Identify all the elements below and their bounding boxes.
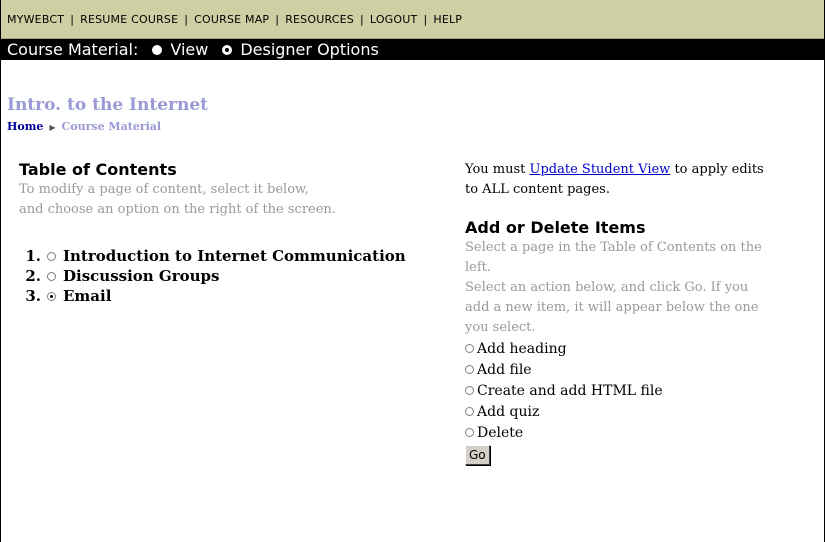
option-radio[interactable] <box>465 365 474 374</box>
update-student-view-link[interactable]: Update Student View <box>530 162 671 177</box>
toc-item-number: 2. <box>25 267 41 285</box>
toc-instructions-line1: To modify a page of content, select it b… <box>19 182 309 197</box>
option-radio[interactable] <box>465 344 474 353</box>
go-button[interactable]: Go <box>465 445 490 465</box>
breadcrumb-home-link[interactable]: Home <box>7 120 43 133</box>
edit-options-panel: You must Update Student View to apply ed… <box>465 160 825 465</box>
option-label: Add heading <box>477 340 567 357</box>
option-radio[interactable] <box>465 428 474 437</box>
option-label: Add file <box>477 361 532 378</box>
nav-logout[interactable]: LOGOUT <box>370 13 418 26</box>
toc-list: 1. Introduction to Internet Communicatio… <box>23 246 449 306</box>
update-notice-prefix: You must <box>465 162 530 177</box>
toc-item: 1. Introduction to Internet Communicatio… <box>23 246 449 266</box>
toc-item: 2. Discussion Groups <box>23 266 449 286</box>
toc-item-label: Discussion Groups <box>63 267 220 285</box>
option-add-file[interactable]: Add file <box>465 359 825 380</box>
top-navigation: MYWEBCT | RESUME COURSE | COURSE MAP | R… <box>1 0 824 39</box>
add-delete-heading: Add or Delete Items <box>465 218 646 237</box>
table-of-contents-panel: Table of Contents To modify a page of co… <box>19 160 449 306</box>
nav-course-map[interactable]: COURSE MAP <box>194 13 269 26</box>
breadcrumb-current: Course Material <box>61 120 162 133</box>
update-notice: You must Update Student View to apply ed… <box>465 160 825 180</box>
breadcrumb-arrow-icon: ▶ <box>49 121 56 132</box>
designer-options-label[interactable]: Designer Options <box>240 40 378 59</box>
nav-mywebct[interactable]: MYWEBCT <box>7 13 64 26</box>
add-delete-instructions: add a new item, it will appear below the… <box>465 300 759 315</box>
breadcrumb: Home ▶ Course Material <box>7 120 161 133</box>
nav-help[interactable]: HELP <box>433 13 462 26</box>
view-mode-option[interactable]: View <box>152 40 208 59</box>
designer-options-mode[interactable]: Designer Options <box>222 40 379 59</box>
view-mode-label[interactable]: View <box>170 40 208 59</box>
option-label: Delete <box>477 424 524 441</box>
option-radio[interactable] <box>465 386 474 395</box>
add-delete-instructions: you select. <box>465 320 536 335</box>
nav-separator: | <box>70 12 75 26</box>
add-delete-instructions: Select an action below, and click Go. If… <box>465 280 749 295</box>
toc-item-radio[interactable] <box>47 291 56 301</box>
option-create-html-file[interactable]: Create and add HTML file <box>465 380 825 401</box>
nav-resume-course[interactable]: RESUME COURSE <box>80 13 178 26</box>
toc-heading: Table of Contents <box>19 160 177 179</box>
toc-instructions-line2: and choose an option on the right of the… <box>19 202 336 217</box>
toc-item-label: Introduction to Internet Communication <box>63 247 406 265</box>
toc-item-number: 3. <box>25 287 41 305</box>
toc-item: 3. Email <box>23 286 449 306</box>
update-notice-line2: to ALL content pages. <box>465 182 610 197</box>
option-add-heading[interactable]: Add heading <box>465 338 825 359</box>
course-title: Intro. to the Internet <box>7 95 209 115</box>
nav-separator: | <box>423 12 428 26</box>
course-material-bar: Course Material: View Designer Options <box>1 39 824 60</box>
nav-separator: | <box>184 12 189 26</box>
add-delete-instructions: Select a page in the Table of Contents o… <box>465 240 762 255</box>
designer-radio-icon[interactable] <box>222 44 233 55</box>
add-delete-instructions: left. <box>465 260 492 275</box>
course-material-label: Course Material: <box>7 40 139 59</box>
nav-separator: | <box>359 12 364 26</box>
view-radio-icon[interactable] <box>152 44 163 55</box>
webct-frame: MYWEBCT | RESUME COURSE | COURSE MAP | R… <box>0 0 825 542</box>
nav-resources[interactable]: RESOURCES <box>285 13 354 26</box>
option-label: Create and add HTML file <box>477 382 663 399</box>
option-add-quiz[interactable]: Add quiz <box>465 401 825 422</box>
toc-item-radio[interactable] <box>47 251 56 261</box>
action-options: Add heading Add file Create and add HTML… <box>465 338 825 443</box>
toc-item-label: Email <box>63 287 112 305</box>
update-notice-suffix: to apply edits <box>670 162 764 177</box>
option-delete[interactable]: Delete <box>465 422 825 443</box>
option-radio[interactable] <box>465 407 474 416</box>
option-label: Add quiz <box>477 403 540 420</box>
toc-item-number: 1. <box>25 247 41 265</box>
toc-item-radio[interactable] <box>47 271 56 281</box>
nav-separator: | <box>275 12 280 26</box>
